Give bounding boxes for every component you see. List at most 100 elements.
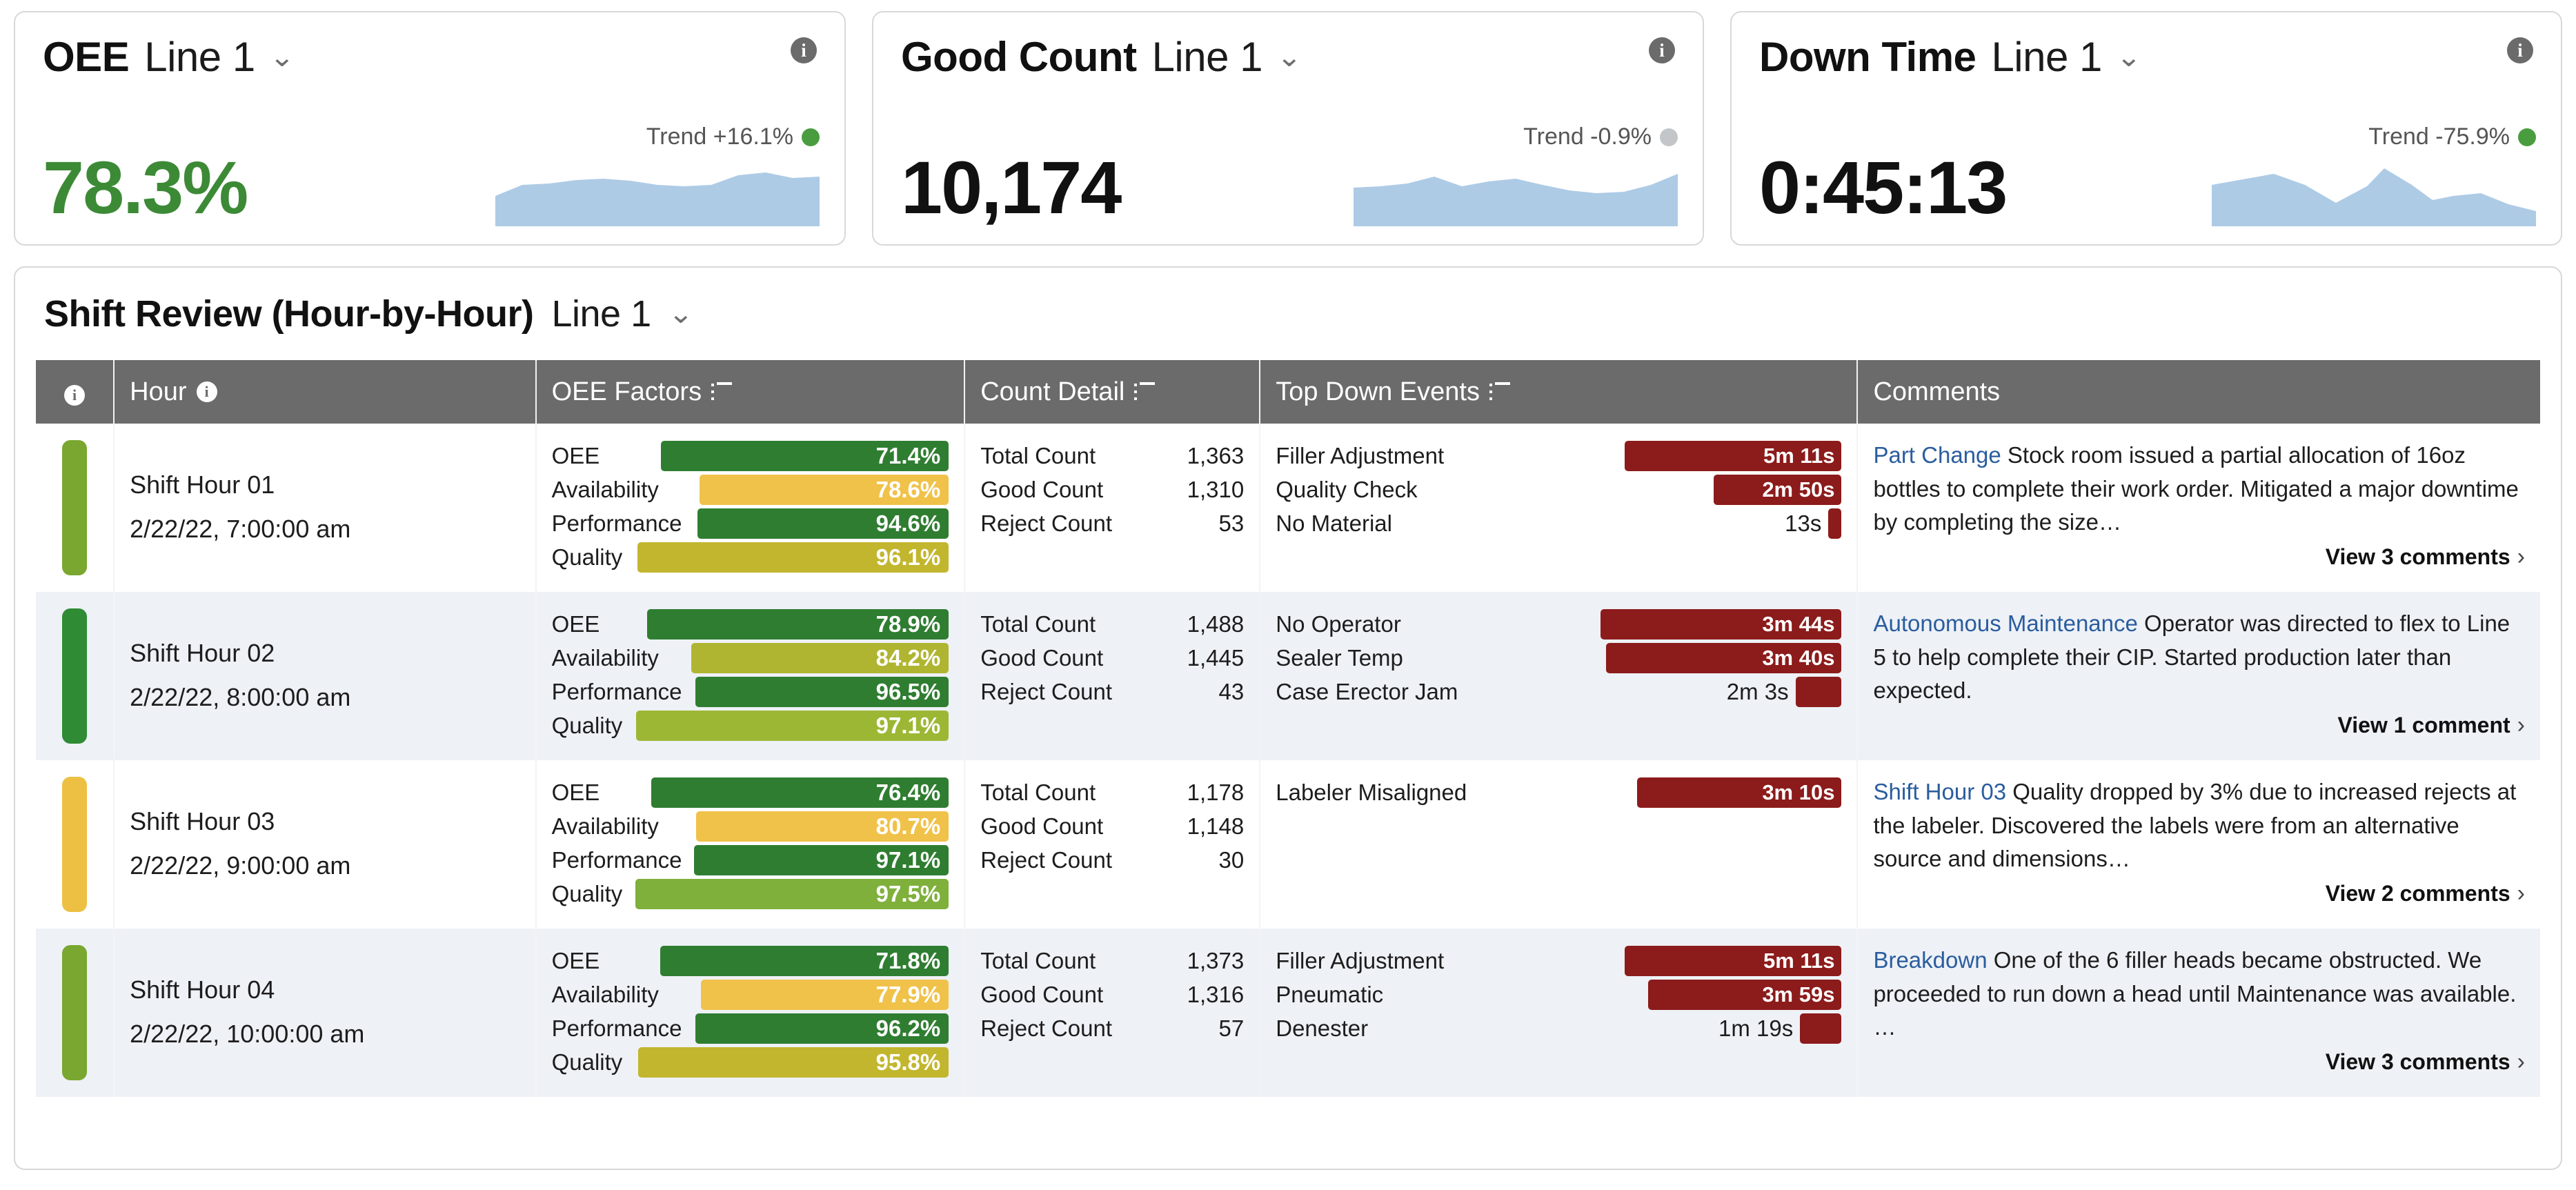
table-row[interactable]: Shift Hour 02 2/22/22, 8:00:00 am OEE 78.9%… (36, 592, 2540, 760)
kpi-header: Good Count Line 1 ⌄ (901, 33, 1678, 81)
oee-factor-bar: 97.1% (635, 710, 949, 741)
view-comments-link[interactable]: View 2 comments › (1873, 880, 2525, 907)
kpi-subtitle: Line 1 (1991, 34, 2102, 80)
down-event-bar: 3m 44s (1600, 608, 1842, 639)
trend-status-dot (802, 128, 820, 146)
table-row[interactable]: Shift Hour 04 2/22/22, 10:00:00 am OEE 71.8… (36, 929, 2540, 1097)
down-event-bar (1800, 1013, 1842, 1044)
comment-wrapper: Autonomous Maintenance Operator was dire… (1873, 607, 2525, 751)
kpi-trend-row: Trend +16.1% (646, 123, 820, 150)
info-icon[interactable]: i (64, 384, 86, 406)
view-comments-label: View 1 comment (2337, 712, 2510, 737)
oee-factor-row: OEE 71.4% (552, 439, 949, 473)
comment-tag[interactable]: Autonomous Maintenance (1873, 611, 2137, 636)
page-subtitle: Line 1 (551, 293, 652, 335)
column-header-comments[interactable]: Comments (1858, 360, 2540, 424)
comment-wrapper: Shift Hour 03 Quality dropped by 3% due … (1873, 775, 2525, 919)
down-event-track: 1m 19s (1378, 1013, 1842, 1044)
down-event-value: 2m 3s (1726, 678, 1789, 704)
info-icon[interactable]: i (791, 37, 817, 63)
column-header-count-detail[interactable]: Count Detail (965, 360, 1261, 424)
view-comments-link[interactable]: View 1 comment › (1873, 712, 2526, 739)
view-comments-link[interactable]: View 3 comments › (1873, 1049, 2525, 1075)
table-row[interactable]: Shift Hour 01 2/22/22, 7:00:00 am OEE 71.4%… (36, 424, 2540, 592)
oee-factor-row: Quality 96.1% (552, 540, 949, 574)
count-value: 1,363 (1187, 442, 1245, 468)
count-label: Total Count (980, 947, 1096, 973)
kpi-body: 78.3% Trend +16.1% (43, 81, 820, 226)
status-flag-cell (36, 760, 115, 929)
count-value: 57 (1218, 1015, 1245, 1041)
hour-cell: Shift Hour 03 2/22/22, 9:00:00 am (115, 760, 537, 929)
column-header-oee-factors-label: OEE Factors (551, 377, 702, 406)
kpi-title: Good Count (901, 34, 1137, 80)
oee-factor-label: Availability (551, 981, 659, 1007)
top-down-events-cell: Filler Adjustment 5m 11s Pneumatic 3m 59s De… (1260, 929, 1859, 1097)
sparkline-chart (1354, 174, 1678, 226)
oee-factors-cell: OEE 71.4% Availability 78.6% Performance 94.6… (537, 424, 966, 592)
kpi-card-good-count[interactable]: i Good Count Line 1 ⌄ 10,174 Trend -0.9% (872, 11, 1704, 246)
oee-factor-bar: 71.8% (660, 945, 949, 976)
comment-tag[interactable]: Part Change (1873, 442, 2001, 468)
list-icon[interactable] (711, 382, 733, 401)
down-event-row: Denester 1m 19s (1276, 1011, 1842, 1045)
oee-factor-label: Quality (551, 544, 623, 570)
comment-tag[interactable]: Breakdown (1873, 947, 1987, 973)
kpi-card-oee[interactable]: i OEE Line 1 ⌄ 78.3% Trend +16.1% (14, 11, 846, 246)
table-row[interactable]: Shift Hour 03 2/22/22, 9:00:00 am OEE 76.4%… (36, 760, 2540, 929)
count-label: Total Count (980, 611, 1096, 637)
list-icon[interactable] (1489, 382, 1510, 401)
chevron-down-icon[interactable]: ⌄ (1276, 43, 1302, 71)
list-icon[interactable] (1134, 382, 1156, 401)
sparkline-chart (495, 172, 820, 226)
oee-factor-label: Availability (551, 813, 659, 839)
oee-factor-row: OEE 76.4% (552, 775, 949, 809)
trend-status-dot (1660, 128, 1678, 146)
comment-text: Breakdown One of the 6 filler heads beca… (1873, 944, 2525, 1044)
oee-factor-track: 97.5% (631, 878, 949, 909)
column-header-top-down-events[interactable]: Top Down Events (1260, 360, 1859, 424)
oee-factor-label: Quality (551, 1049, 623, 1075)
view-comments-link[interactable]: View 3 comments › (1873, 544, 2525, 571)
comments-cell[interactable]: Part Change Stock room issued a partial … (1858, 424, 2540, 592)
count-row: Total Count 1,488 (980, 607, 1244, 641)
comment-tag[interactable]: Shift Hour 03 (1873, 779, 2006, 804)
status-badge (62, 777, 88, 912)
top-down-events-cell: Labeler Misaligned 3m 10s (1260, 760, 1859, 929)
oee-factor-label: Performance (551, 846, 682, 873)
comment-wrapper: Part Change Stock room issued a partial … (1873, 439, 2525, 582)
count-label: Good Count (980, 644, 1104, 671)
column-header-flag[interactable]: i (36, 360, 115, 424)
column-header-top-down-events-label: Top Down Events (1276, 377, 1480, 406)
info-icon[interactable]: i (1649, 37, 1675, 63)
column-header-hour[interactable]: Hour i (115, 360, 537, 424)
page-title: Shift Review (Hour-by-Hour) (44, 293, 534, 335)
down-event-bar: 2m 50s (1714, 474, 1842, 505)
down-event-row: Pneumatic 3m 59s (1276, 978, 1842, 1011)
info-icon[interactable]: i (2507, 37, 2533, 63)
oee-factor-row: Availability 78.6% (552, 473, 949, 506)
kpi-title: Down Time (1759, 34, 1976, 80)
comments-cell[interactable]: Breakdown One of the 6 filler heads beca… (1858, 929, 2540, 1097)
down-event-label: Filler Adjustment (1276, 947, 1445, 973)
down-event-label: Filler Adjustment (1276, 442, 1445, 468)
down-event-value: 1m 19s (1718, 1015, 1794, 1041)
count-row: Good Count 1,316 (980, 978, 1244, 1011)
oee-factor-row: OEE 71.8% (552, 944, 949, 978)
hour-timestamp: 2/22/22, 9:00:00 am (130, 851, 351, 880)
oee-factor-bar: 95.8% (637, 1047, 949, 1078)
count-row: Reject Count 43 (980, 675, 1244, 708)
kpi-body: 10,174 Trend -0.9% (901, 81, 1678, 226)
info-icon[interactable]: i (196, 381, 217, 402)
chevron-down-icon[interactable]: ⌄ (668, 300, 693, 328)
down-event-row: Labeler Misaligned 3m 10s (1276, 775, 1842, 809)
count-detail-cell: Total Count 1,488 Good Count 1,445 Reject Co… (965, 592, 1261, 760)
oee-factor-label: OEE (551, 947, 600, 973)
kpi-card-down-time[interactable]: i Down Time Line 1 ⌄ 0:45:13 Trend -75.9… (1730, 11, 2562, 246)
chevron-down-icon[interactable]: ⌄ (2116, 43, 2141, 71)
down-event-track: 3m 40s (1413, 642, 1842, 673)
chevron-down-icon[interactable]: ⌄ (269, 43, 295, 71)
comments-cell[interactable]: Shift Hour 03 Quality dropped by 3% due … (1858, 760, 2540, 929)
column-header-oee-factors[interactable]: OEE Factors (536, 360, 966, 424)
comments-cell[interactable]: Autonomous Maintenance Operator was dire… (1858, 592, 2540, 760)
